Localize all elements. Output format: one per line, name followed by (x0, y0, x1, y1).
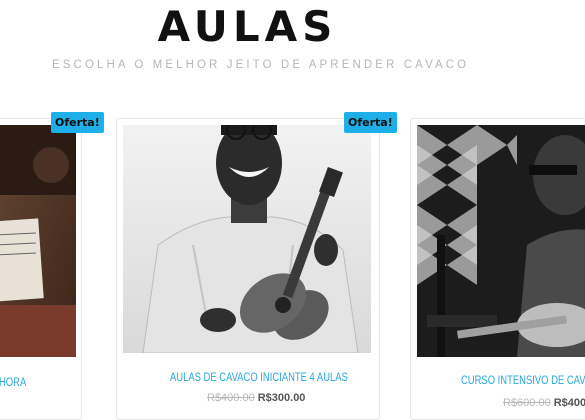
product-name-link[interactable]: AULAS DE CAVACO INICIANTE 4 AULAS (170, 372, 348, 384)
sale-price: R$400.00 (553, 397, 585, 409)
product-price: R$400.00 R$300.00 (207, 392, 305, 404)
product-price: R$600.00R$400.00 (503, 397, 585, 409)
product-name-link[interactable]: HORA (0, 377, 26, 389)
product-card[interactable]: AULAS DE CAVACO INICIANTE 4 AULAS R$400.… (116, 118, 380, 420)
old-price: R$600.00 (503, 397, 551, 409)
section-title: AULAS (157, 2, 338, 51)
sale-price: R$300.00 (257, 392, 306, 404)
section-subtitle: ESCOLHA O MELHOR JEITO DE APRENDER CAVAC… (52, 59, 470, 71)
product-photo[interactable] (417, 125, 585, 357)
sale-badge: Oferta! (51, 112, 104, 133)
old-price: R$400.00 (207, 392, 255, 404)
sale-badge: Oferta! (344, 112, 397, 133)
product-photo[interactable] (123, 125, 371, 353)
product-name-link[interactable]: CURSO INTENSIVO DE CAVACO (461, 375, 585, 387)
product-photo[interactable] (0, 125, 76, 357)
product-card[interactable]: CURSO INTENSIVO DE CAVACO R$600.00R$400.… (410, 118, 585, 420)
product-card[interactable]: HORA (0, 118, 82, 420)
